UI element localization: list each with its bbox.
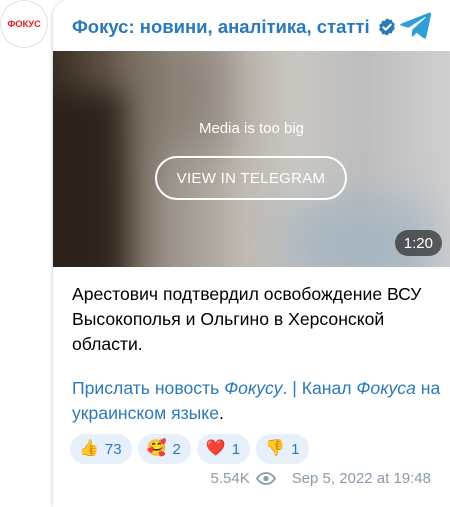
message-links: Прислать новость Фокусу. | Канал Фокуса … (72, 376, 442, 426)
reaction-thumbs-up[interactable]: 👍 73 (70, 434, 132, 464)
message-date-link[interactable]: Sep 5, 2022 at 19:48 (292, 470, 431, 487)
thumbs-up-emoji-icon: 👍 (79, 440, 99, 457)
view-in-telegram-button[interactable]: VIEW IN TELEGRAM (155, 156, 347, 200)
channel-name-link[interactable]: Фокус: новини, аналітика, статті (72, 16, 370, 38)
views-count: 5.54K (210, 470, 250, 487)
message-footer: 5.54K Sep 5, 2022 at 19:48 (211, 470, 432, 487)
message-text: Арестович подтвердил освобождение ВСУ Вы… (72, 284, 422, 354)
smiling-face-hearts-emoji-icon: 🥰 (146, 440, 167, 457)
media-placeholder[interactable]: Media is too big VIEW IN TELEGRAM 1:20 (53, 51, 450, 267)
message-header: Фокус: новини, аналітика, статті (72, 12, 397, 42)
video-duration-badge: 1:20 (394, 230, 442, 256)
send-news-link[interactable]: Прислать новость Фокусу. (72, 378, 287, 398)
reaction-smiling-hearts[interactable]: 🥰 2 (137, 434, 191, 464)
telegram-logo-icon[interactable] (400, 11, 432, 39)
reaction-count: 73 (104, 440, 122, 458)
links-final-period: . (219, 403, 224, 423)
avatar-logo-text: ФОКУС (7, 18, 41, 30)
links-separator: | (287, 378, 302, 398)
media-too-big-notice: Media is too big (198, 120, 305, 137)
eye-icon (255, 472, 276, 485)
channel-avatar[interactable]: ФОКУС (0, 0, 48, 48)
reaction-count: 1 (231, 440, 241, 458)
reaction-count: 1 (291, 440, 300, 458)
red-heart-emoji-icon: ❤️ (205, 440, 226, 457)
reactions-bar: 👍 73 🥰 2 ❤️ 1 👎 1 (70, 434, 310, 464)
thumbs-down-emoji-icon: 👎 (265, 440, 286, 457)
reaction-heart[interactable]: ❤️ 1 (196, 434, 251, 464)
reaction-count: 2 (172, 440, 181, 458)
reaction-thumbs-down[interactable]: 👎 1 (256, 434, 310, 464)
message-card: Фокус: новини, аналітика, статті Media i… (53, 0, 450, 507)
verified-badge-icon (378, 18, 395, 36)
